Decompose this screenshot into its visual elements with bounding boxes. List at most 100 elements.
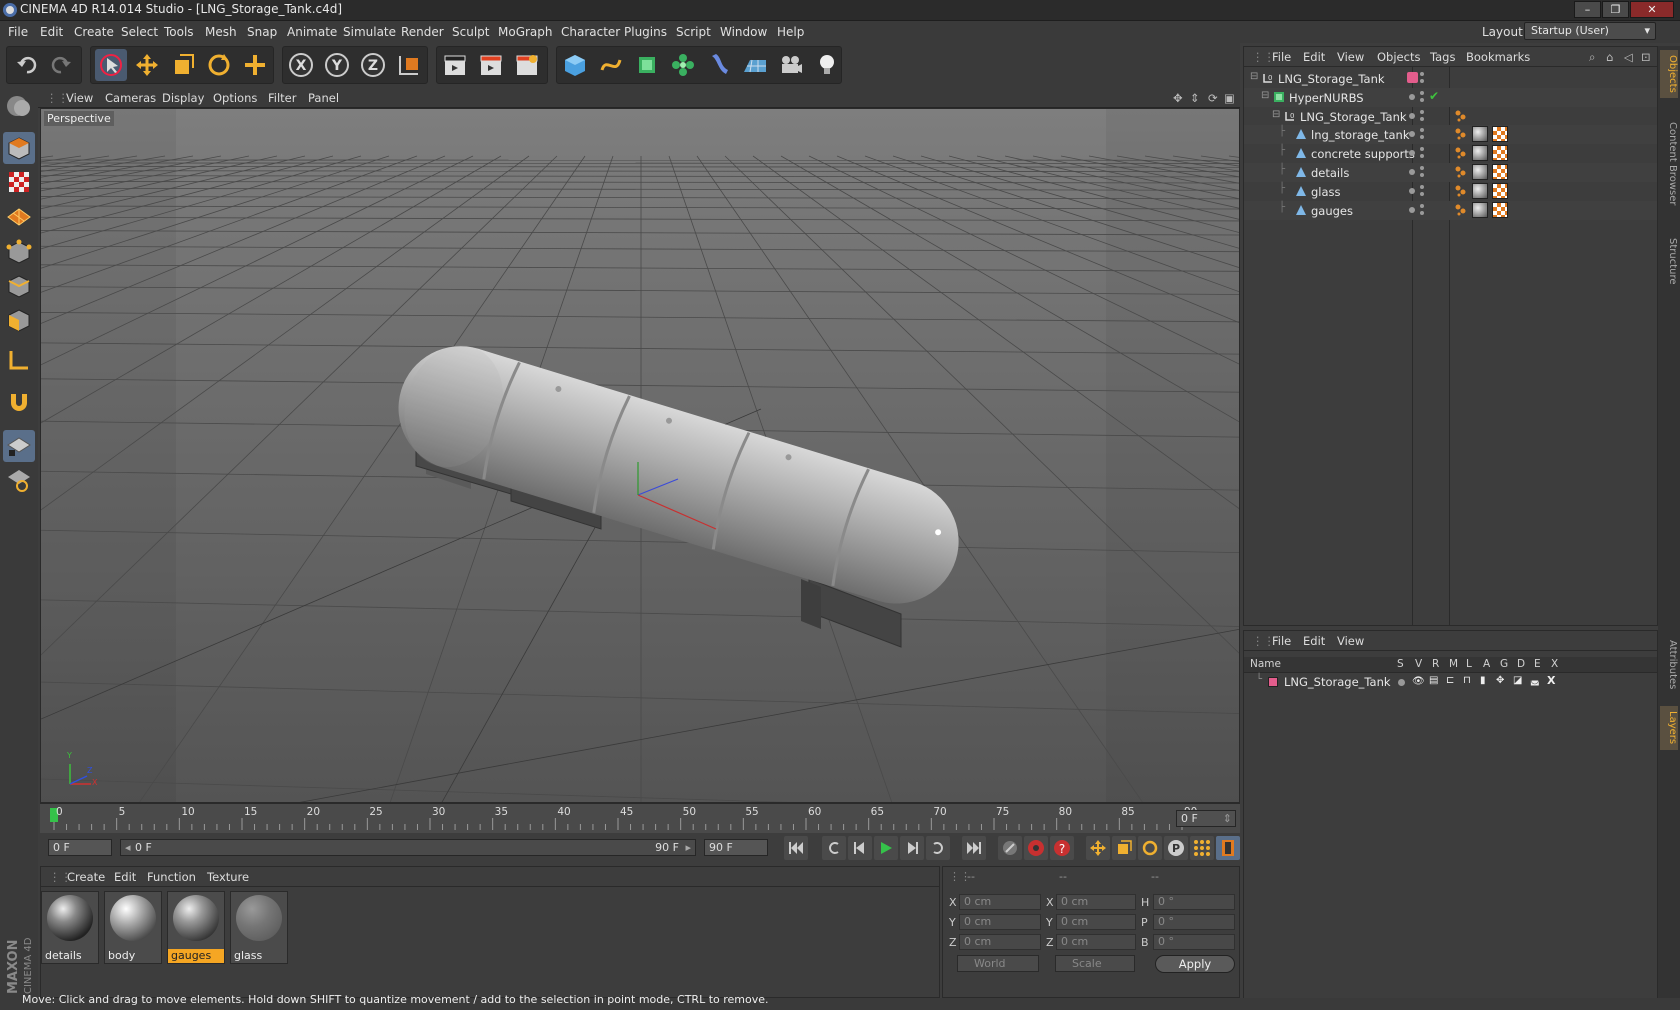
render-visibility-dot[interactable] bbox=[1420, 173, 1424, 177]
material-menu-edit[interactable]: Edit bbox=[114, 870, 136, 884]
render-visibility-dot[interactable] bbox=[1420, 135, 1424, 140]
add-nurbs-button[interactable] bbox=[631, 49, 663, 81]
editor-visibility-dot[interactable] bbox=[1409, 187, 1415, 194]
object-name[interactable]: LNG_Storage_Tank bbox=[1300, 110, 1407, 124]
add-deformer-button[interactable] bbox=[703, 49, 735, 81]
end-frame-field[interactable]: 90 F bbox=[704, 839, 768, 856]
menu-edit[interactable]: Edit bbox=[40, 25, 63, 39]
frame-range-slider[interactable]: ◂ 0 F 90 F ▸ bbox=[120, 839, 696, 856]
xref-x-icon[interactable]: X bbox=[1547, 674, 1555, 687]
add-floor-button[interactable] bbox=[739, 49, 771, 81]
add-light-button[interactable] bbox=[811, 49, 843, 81]
add-camera-button[interactable] bbox=[775, 49, 807, 81]
layer-col-name[interactable]: Name bbox=[1250, 658, 1281, 670]
record-scale-track-button[interactable] bbox=[1112, 836, 1136, 860]
layer-col-deformers[interactable]: D bbox=[1517, 658, 1525, 670]
menu-sculpt[interactable]: Sculpt bbox=[452, 25, 489, 39]
phong-tag-icon[interactable] bbox=[1454, 109, 1468, 123]
object-menu-bookmarks[interactable]: Bookmarks bbox=[1466, 50, 1530, 64]
render-visibility-dot[interactable] bbox=[1420, 128, 1424, 133]
next-key-button[interactable] bbox=[926, 836, 950, 860]
undo-button[interactable] bbox=[11, 49, 43, 81]
lock-icon[interactable]: ⊓ bbox=[1463, 675, 1471, 686]
tab-content-browser[interactable]: Content Browser bbox=[1660, 104, 1678, 224]
tree-expand-icon[interactable]: ⊟ bbox=[1261, 90, 1269, 101]
workplane-mode-button[interactable] bbox=[3, 200, 35, 232]
object-row[interactable]: ├ details bbox=[1244, 163, 1657, 182]
render-clapper-icon[interactable]: ▤ bbox=[1429, 675, 1438, 686]
uvw-tag-icon[interactable] bbox=[1492, 126, 1508, 143]
layout-select[interactable]: Startup (User) ▾ bbox=[1524, 22, 1656, 40]
layer-color-swatch[interactable] bbox=[1268, 677, 1278, 687]
menu-script[interactable]: Script bbox=[676, 25, 711, 39]
object-menu-tags[interactable]: Tags bbox=[1430, 50, 1455, 64]
x-axis-lock-button[interactable]: X bbox=[285, 49, 317, 81]
uvw-tag-icon[interactable] bbox=[1492, 182, 1508, 199]
position-x-field[interactable]: 0 cm bbox=[959, 894, 1041, 910]
phong-tag-icon[interactable] bbox=[1454, 146, 1468, 160]
previous-key-button[interactable] bbox=[822, 836, 846, 860]
recent-tool-button[interactable] bbox=[239, 49, 271, 81]
rotate-tool-button[interactable] bbox=[203, 49, 235, 81]
object-row[interactable]: ├ glass bbox=[1244, 182, 1657, 201]
render-settings-button[interactable] bbox=[511, 49, 543, 81]
go-to-end-button[interactable] bbox=[962, 836, 986, 860]
layer-col-locked[interactable]: L bbox=[1466, 658, 1472, 670]
rotation-b-field[interactable]: 0 ° bbox=[1153, 934, 1235, 950]
layer-color-tag[interactable] bbox=[1407, 72, 1418, 83]
render-visibility-dot[interactable] bbox=[1420, 72, 1424, 76]
position-y-field[interactable]: 0 cm bbox=[959, 914, 1041, 930]
workplane-lock-button[interactable] bbox=[3, 430, 35, 462]
record-position-button[interactable] bbox=[998, 836, 1022, 860]
layer-menu-file[interactable]: File bbox=[1272, 634, 1291, 648]
viewport-menu-options[interactable]: Options bbox=[213, 91, 257, 105]
viewport-maximize-icon[interactable]: ▣ bbox=[1224, 91, 1235, 105]
layer-col-visible[interactable]: V bbox=[1415, 658, 1422, 670]
edges-mode-button[interactable] bbox=[3, 270, 35, 302]
previous-frame-button[interactable] bbox=[848, 836, 872, 860]
render-visibility-dot[interactable] bbox=[1420, 116, 1424, 121]
next-frame-button[interactable] bbox=[900, 836, 924, 860]
keyframe-selection-button[interactable]: ? bbox=[1050, 836, 1074, 860]
layer-menu-view[interactable]: View bbox=[1337, 634, 1364, 648]
layer-name[interactable]: LNG_Storage_Tank bbox=[1284, 675, 1391, 689]
object-menu-objects[interactable]: Objects bbox=[1377, 50, 1420, 64]
editor-visibility-dot[interactable] bbox=[1409, 206, 1415, 213]
generator-icon[interactable]: ✥ bbox=[1496, 675, 1504, 686]
menu-character[interactable]: Character bbox=[561, 25, 620, 39]
rotation-p-field[interactable]: 0 ° bbox=[1153, 914, 1235, 930]
object-row[interactable]: ├ concrete supports bbox=[1244, 144, 1657, 163]
add-array-button[interactable] bbox=[667, 49, 699, 81]
render-visibility-dot[interactable] bbox=[1420, 90, 1424, 95]
add-cube-button[interactable] bbox=[559, 49, 591, 81]
material-swatch-gauges[interactable]: gauges bbox=[167, 891, 225, 964]
object-row[interactable]: ├ lng_storage_tank bbox=[1244, 125, 1657, 145]
viewport-zoom-icon[interactable]: ⇕ bbox=[1190, 91, 1200, 105]
3d-viewport[interactable]: Perspective Y X Z bbox=[40, 108, 1240, 803]
close-button[interactable]: ✕ bbox=[1630, 1, 1674, 18]
material-swatch-body[interactable]: body bbox=[104, 891, 162, 964]
material-swatch-glass[interactable]: glass bbox=[230, 891, 288, 964]
object-menu-file[interactable]: File bbox=[1272, 50, 1291, 64]
menu-mesh[interactable]: Mesh bbox=[205, 25, 237, 39]
uvw-tag-icon[interactable] bbox=[1492, 145, 1508, 162]
object-name[interactable]: lng_storage_tank bbox=[1311, 128, 1409, 142]
phong-tag-icon[interactable] bbox=[1454, 203, 1468, 217]
record-position-track-button[interactable] bbox=[1086, 836, 1110, 860]
new-window-icon[interactable]: ⊡ bbox=[1641, 50, 1651, 64]
render-visibility-dot[interactable] bbox=[1420, 210, 1424, 215]
layer-col-generators[interactable]: G bbox=[1500, 658, 1508, 670]
y-axis-lock-button[interactable]: Y bbox=[321, 49, 353, 81]
menu-help[interactable]: Help bbox=[777, 25, 804, 39]
object-row[interactable]: ⊟ 0 LNG_Storage_Tank bbox=[1244, 107, 1657, 126]
render-visibility-dot[interactable] bbox=[1420, 184, 1424, 189]
phong-tag-icon[interactable] bbox=[1454, 127, 1468, 141]
eye-icon[interactable]: 👁 bbox=[1412, 676, 1425, 687]
render-picture-viewer-button[interactable] bbox=[475, 49, 507, 81]
object-row[interactable]: ├ gauges bbox=[1244, 200, 1657, 220]
menu-file[interactable]: File bbox=[8, 25, 28, 39]
layer-col-xref[interactable]: X bbox=[1551, 658, 1558, 670]
material-menu-texture[interactable]: Texture bbox=[207, 870, 249, 884]
menu-mograph[interactable]: MoGraph bbox=[498, 25, 553, 39]
snap-button[interactable] bbox=[3, 386, 35, 418]
